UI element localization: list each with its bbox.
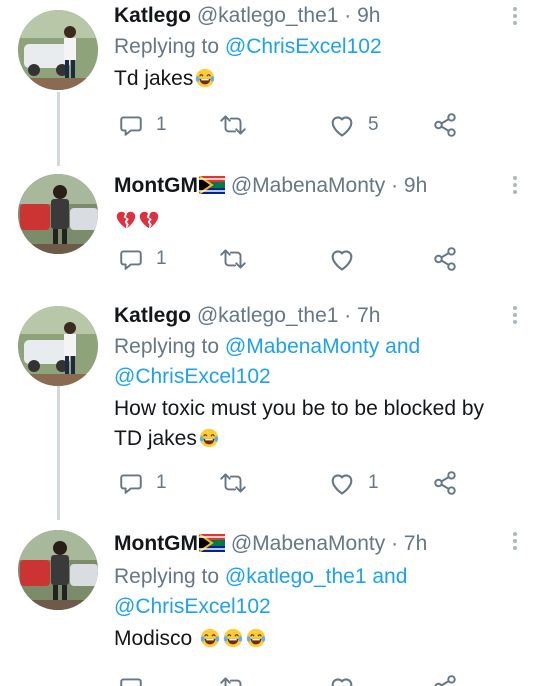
mention-link[interactable]: @ChrisExcel102: [114, 365, 271, 388]
like-button[interactable]: [328, 672, 356, 686]
more-options-icon[interactable]: [512, 176, 518, 197]
share-icon: [432, 674, 458, 686]
share-icon: [432, 112, 458, 138]
timestamp[interactable]: · 7h: [344, 304, 380, 327]
replying-joiner: and: [379, 335, 421, 358]
reply-button[interactable]: 1: [118, 244, 167, 274]
avatar[interactable]: [18, 530, 98, 610]
retweet-icon: [218, 674, 248, 686]
display-name[interactable]: MontGM: [114, 174, 198, 197]
action-bar: [114, 672, 474, 686]
reply-icon: [118, 674, 144, 686]
display-name[interactable]: MontGM: [114, 532, 198, 555]
like-button[interactable]: 1: [328, 468, 379, 498]
retweet-icon: [218, 112, 248, 138]
display-name[interactable]: Katlego: [114, 4, 191, 27]
mention-link[interactable]: @ChrisExcel102: [114, 595, 271, 618]
heart-icon: [328, 246, 356, 272]
share-button[interactable]: [432, 110, 458, 140]
south-africa-flag-icon: [198, 532, 225, 560]
timestamp[interactable]: · 7h: [391, 532, 427, 555]
replying-to: Replying to @ChrisExcel102: [114, 32, 510, 62]
tweet-text-body: Td jakes: [114, 67, 194, 90]
more-options-icon[interactable]: [512, 306, 518, 327]
tweet-text: [114, 206, 510, 236]
action-bar: 1 1: [114, 468, 474, 498]
more-options-icon[interactable]: [512, 7, 518, 28]
action-bar: 1: [114, 244, 474, 274]
share-button[interactable]: [432, 672, 458, 686]
handle[interactable]: @MabenaMonty: [231, 174, 385, 197]
tweet-text: How toxic must you be to be blocked by T…: [114, 394, 510, 454]
reply-button[interactable]: 1: [118, 468, 167, 498]
like-count: 1: [368, 472, 379, 493]
retweet-button[interactable]: [218, 468, 260, 498]
mention-link[interactable]: @katlego_the1: [225, 565, 367, 588]
share-icon: [432, 470, 458, 496]
reply-button[interactable]: 1: [118, 110, 167, 140]
heart-icon: [328, 112, 356, 138]
handle[interactable]: @katlego_the1: [197, 304, 339, 327]
emoji-laughing-tears: [197, 427, 220, 450]
replying-to-label: Replying to: [114, 565, 225, 588]
retweet-icon: [218, 246, 248, 272]
more-options-icon[interactable]: [512, 532, 518, 553]
replying-joiner: and: [366, 565, 408, 588]
heart-icon: [328, 674, 356, 686]
retweet-button[interactable]: [218, 110, 260, 140]
timestamp[interactable]: · 9h: [344, 4, 380, 27]
share-button[interactable]: [432, 244, 458, 274]
replying-to-label: Replying to: [114, 35, 225, 58]
timestamp[interactable]: · 9h: [391, 174, 427, 197]
mention-link[interactable]: @MabenaMonty: [225, 335, 379, 358]
avatar[interactable]: [18, 10, 98, 90]
like-count: 5: [368, 114, 379, 135]
tweet-text-body: Modisco: [114, 627, 199, 650]
like-button[interactable]: [328, 244, 368, 274]
tweet-text: Td jakes: [114, 64, 510, 94]
retweet-button[interactable]: [218, 244, 260, 274]
tweet-header: Katlego @katlego_the1 · 7h: [114, 302, 510, 330]
avatar[interactable]: [18, 306, 98, 386]
emoji-laughing-tears: [221, 627, 244, 650]
emoji-broken-heart: [137, 209, 160, 232]
tweet[interactable]: MontGM @MabenaMonty · 7h Replying to @ka…: [0, 522, 540, 686]
handle[interactable]: @MabenaMonty: [231, 532, 385, 555]
display-name[interactable]: Katlego: [114, 304, 191, 327]
like-button[interactable]: 5: [328, 110, 379, 140]
replying-to: Replying to @katlego_the1 and @ChrisExcel…: [114, 562, 510, 622]
share-button[interactable]: [432, 468, 458, 498]
tweet[interactable]: Katlego @katlego_the1 · 9h Replying to @…: [0, 0, 540, 160]
handle[interactable]: @katlego_the1: [197, 4, 339, 27]
reply-icon: [118, 470, 144, 496]
retweet-button[interactable]: [218, 672, 248, 686]
reply-count: 1: [156, 114, 167, 135]
tweet[interactable]: Katlego @katlego_the1 · 7h Replying to @…: [0, 296, 540, 511]
reply-count: 1: [156, 472, 167, 493]
emoji-laughing-tears: [244, 627, 267, 650]
emoji-laughing-tears: [193, 67, 216, 90]
tweet-header: MontGM @MabenaMonty · 7h: [114, 530, 510, 560]
replying-to: Replying to @MabenaMonty and @ChrisExcel1…: [114, 332, 510, 392]
reply-button[interactable]: [118, 672, 144, 686]
reply-count: 1: [156, 248, 167, 269]
replying-to-label: Replying to: [114, 335, 225, 358]
heart-icon: [328, 470, 356, 496]
tweet-header: Katlego @katlego_the1 · 9h: [114, 2, 510, 30]
emoji-broken-heart: [114, 209, 137, 232]
tweet-text-body: How toxic must you be to be blocked by T…: [114, 397, 485, 450]
tweet-header: MontGM @MabenaMonty · 9h: [114, 172, 510, 202]
emoji-laughing-tears: [198, 627, 221, 650]
south-africa-flag-icon: [198, 174, 225, 202]
tweet[interactable]: MontGM @MabenaMonty · 9h 1: [0, 166, 540, 291]
retweet-icon: [218, 470, 248, 496]
action-bar: 1 5: [114, 110, 474, 140]
reply-icon: [118, 112, 144, 138]
tweet-text: Modisco: [114, 624, 510, 654]
reply-icon: [118, 246, 144, 272]
avatar[interactable]: [18, 174, 98, 254]
mention-link[interactable]: @ChrisExcel102: [225, 35, 382, 58]
share-icon: [432, 246, 458, 272]
